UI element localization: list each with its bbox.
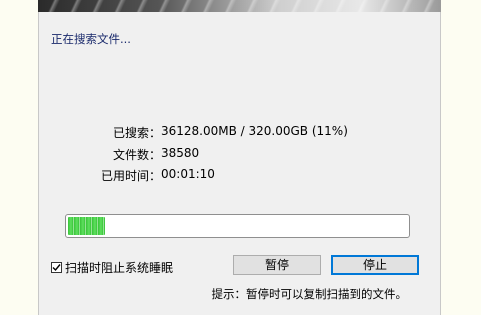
- checkmark-icon: [52, 263, 61, 271]
- searched-label: 已搜索：: [112, 126, 161, 140]
- file-count-value: 38580: [161, 146, 200, 160]
- prevent-sleep-checkbox[interactable]: 扫描时阻止系统睡眠: [51, 259, 173, 275]
- checkbox-box[interactable]: [51, 261, 62, 273]
- searched-value: 36128.00MB / 320.00GB (11%): [161, 124, 348, 138]
- stat-row-elapsed: 已用时间： 00:01:10: [39, 167, 442, 185]
- elapsed-label: 已用时间：: [100, 169, 161, 183]
- scan-progress-fill: [68, 217, 105, 235]
- title-background-glint: [38, 0, 441, 12]
- prevent-sleep-label: 扫描时阻止系统睡眠: [65, 260, 174, 275]
- elapsed-value: 00:01:10: [161, 167, 215, 181]
- window-title-background: [38, 0, 441, 12]
- hint-text: 提示：暂停时可以复制扫描到的文件。: [211, 287, 408, 301]
- scan-progress-bar: [65, 214, 410, 238]
- pause-button[interactable]: 暂停: [233, 255, 321, 275]
- stop-button[interactable]: 停止: [331, 255, 419, 275]
- scan-status-text: 正在搜索文件...: [51, 32, 131, 46]
- scan-progress-dialog: 正在搜索文件... 已搜索： 36128.00MB / 320.00GB (11…: [38, 12, 441, 315]
- stat-row-searched: 已搜索： 36128.00MB / 320.00GB (11%): [39, 124, 442, 142]
- stat-row-file-count: 文件数： 38580: [39, 146, 442, 164]
- file-count-label: 文件数：: [112, 148, 161, 162]
